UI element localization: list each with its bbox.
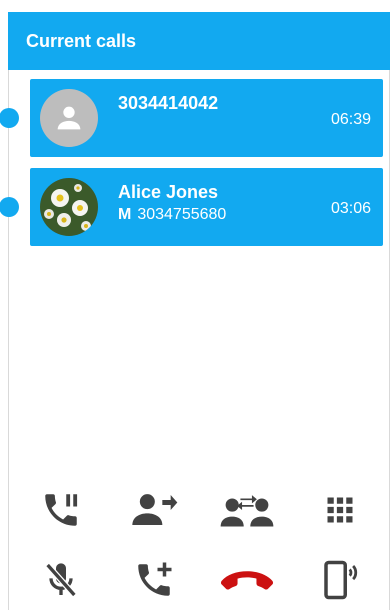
transfer-icon [131,494,177,525]
call-duration: 06:39 [330,111,371,128]
speaker-phone-button[interactable] [310,556,370,604]
caller-number: 3034755680 [137,206,227,223]
call-controls-row [14,556,386,604]
dialpad-button[interactable] [310,486,370,534]
dialpad-icon [327,497,352,523]
active-call-indicator [0,108,19,128]
call-duration: 03:06 [330,200,371,217]
avatar [40,178,98,236]
daisy-photo-icon [40,178,98,236]
end-call-button[interactable] [217,556,277,604]
hold-call-button[interactable] [31,486,91,534]
call-card[interactable]: 3034414042 06:39 [30,79,383,157]
call-controls-row [14,486,386,534]
person-icon [57,106,81,130]
caller-name: Alice Jones [118,182,219,202]
add-call-button[interactable] [124,556,184,604]
swap-calls-icon [220,495,273,527]
mute-mic-icon [44,563,77,597]
call-card[interactable]: Alice Jones M 3034755680 03:06 [30,168,383,246]
mute-button[interactable] [31,556,91,604]
active-call-indicator [0,197,19,217]
app-header: Current calls [8,12,390,70]
divider [8,70,9,610]
speaker-phone-icon [323,560,357,600]
page-title: Current calls [26,30,137,51]
add-call-icon [137,562,171,596]
caller-number-line: M 3034755680 [118,206,226,224]
caller-name: 3034414042 [118,93,219,113]
avatar [40,89,98,147]
end-call-icon [220,571,273,590]
transfer-button[interactable] [124,486,184,534]
swap-calls-button[interactable] [217,486,277,534]
number-type: M [118,206,132,223]
hold-call-icon [44,494,77,526]
